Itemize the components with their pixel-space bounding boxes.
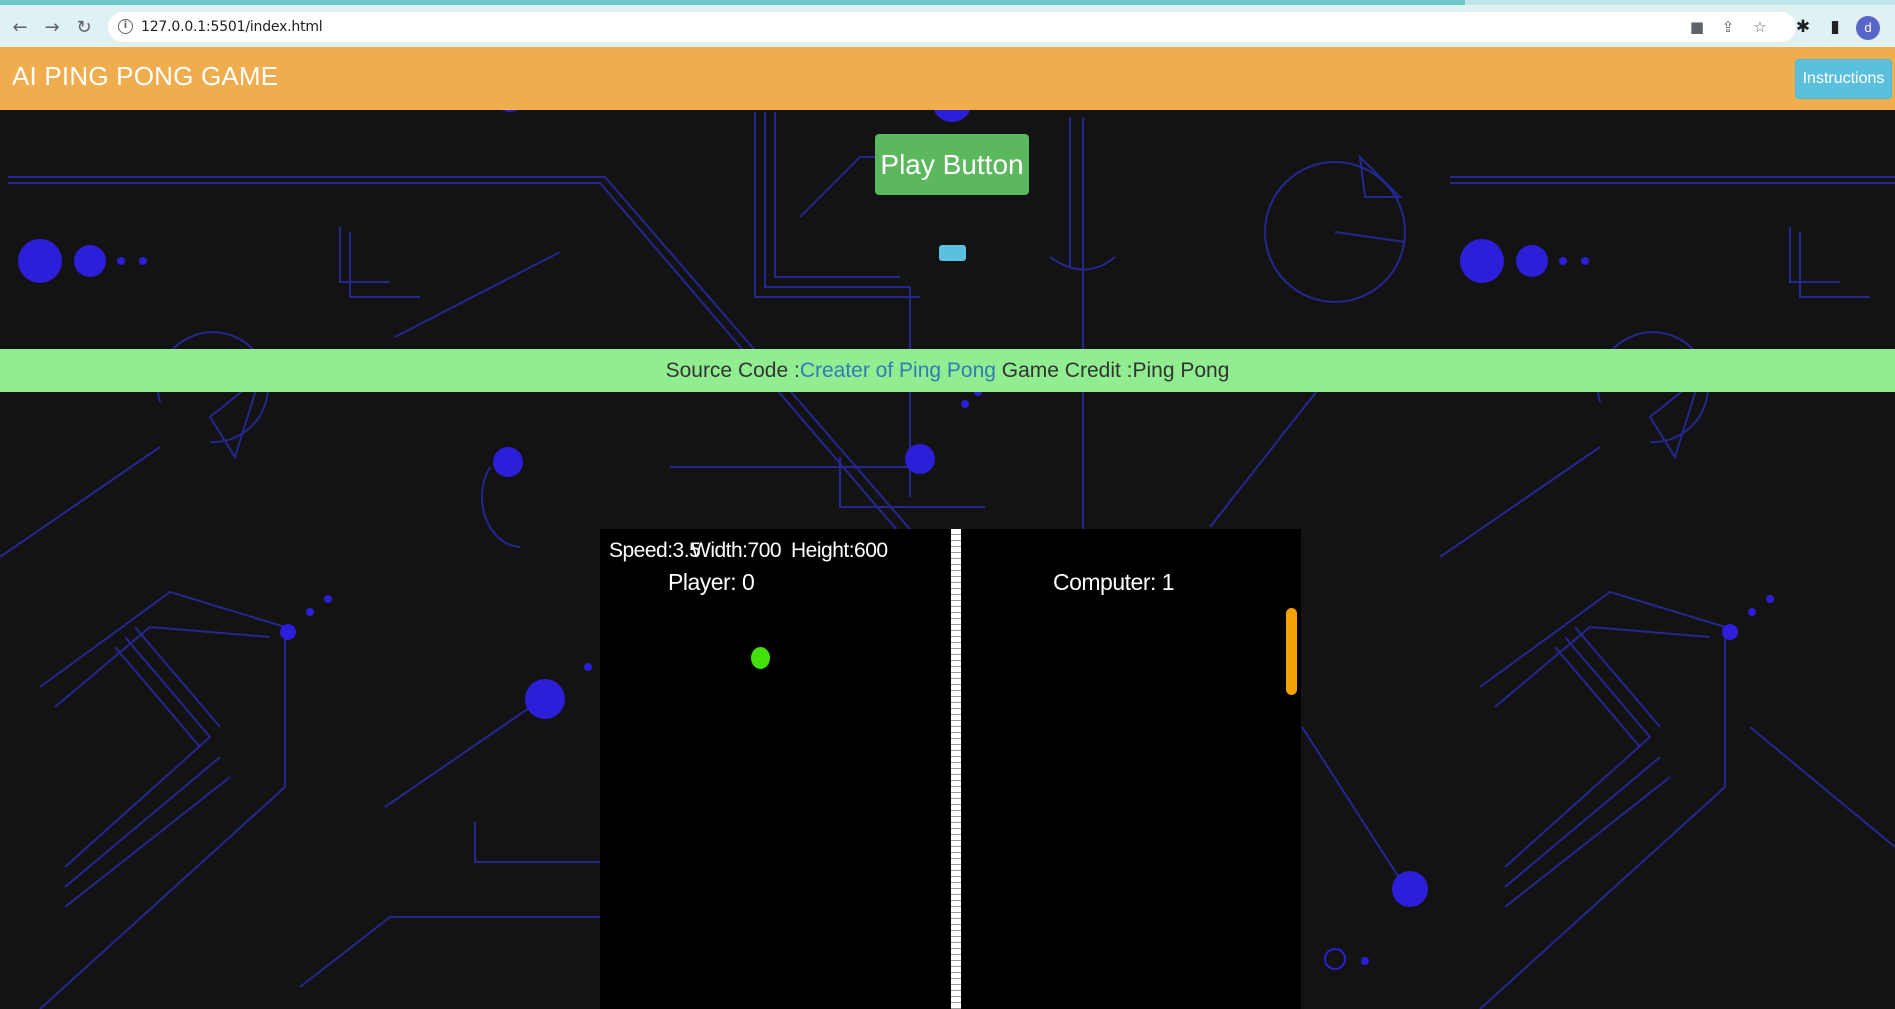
player-score: Player: 0 [668, 569, 755, 595]
instructions-button[interactable]: Instructions [1795, 59, 1892, 99]
center-net [951, 529, 961, 1009]
app-header: AI PING PONG GAME Instructions [0, 47, 1895, 110]
speed-readout: Speed:3.5 [609, 539, 701, 562]
game-credit-label: Game Credit :Ping Pong [995, 359, 1230, 382]
height-readout: Height:600 [791, 539, 888, 562]
puzzle-icon[interactable]: ✱ [1793, 17, 1813, 37]
star-icon[interactable]: ☆ [1751, 18, 1769, 36]
app-title: AI PING PONG GAME [12, 61, 279, 91]
credit-bar: Source Code :Creater of Ping Pong Game C… [0, 349, 1895, 392]
game-canvas[interactable]: Speed:3.5 Width:700 Height:600 Player: 0… [600, 529, 1301, 1009]
url-text[interactable]: 127.0.0.1:5501/index.html [141, 19, 323, 35]
browser-toolbar: ← → ↻ i 127.0.0.1:5501/index.html ■ ⇪ ☆ … [0, 5, 1895, 47]
computer-paddle [1286, 608, 1297, 695]
small-blue-button[interactable] [939, 245, 966, 261]
arrow-right-icon[interactable]: → [40, 15, 64, 39]
play-button[interactable]: Play Button [875, 134, 1029, 195]
computer-score: Computer: 1 [1053, 569, 1175, 595]
page: AI PING PONG GAME Instructions Play Butt… [0, 47, 1895, 1009]
profile-avatar[interactable]: d [1856, 16, 1880, 40]
info-icon[interactable]: i [118, 19, 133, 34]
width-readout: Width:700 [691, 539, 782, 562]
camera-icon[interactable]: ■ [1688, 18, 1706, 36]
ball [751, 647, 770, 669]
share-icon[interactable]: ⇪ [1719, 18, 1737, 36]
arrow-left-icon[interactable]: ← [8, 15, 32, 39]
creator-link[interactable]: Creater of Ping Pong [800, 359, 996, 382]
source-code-label: Source Code : [665, 359, 800, 382]
reload-icon[interactable]: ↻ [72, 15, 96, 39]
side-panel-icon[interactable]: ▮ [1825, 17, 1845, 37]
address-bar[interactable]: i 127.0.0.1:5501/index.html ■ ⇪ ☆ [108, 12, 1796, 42]
